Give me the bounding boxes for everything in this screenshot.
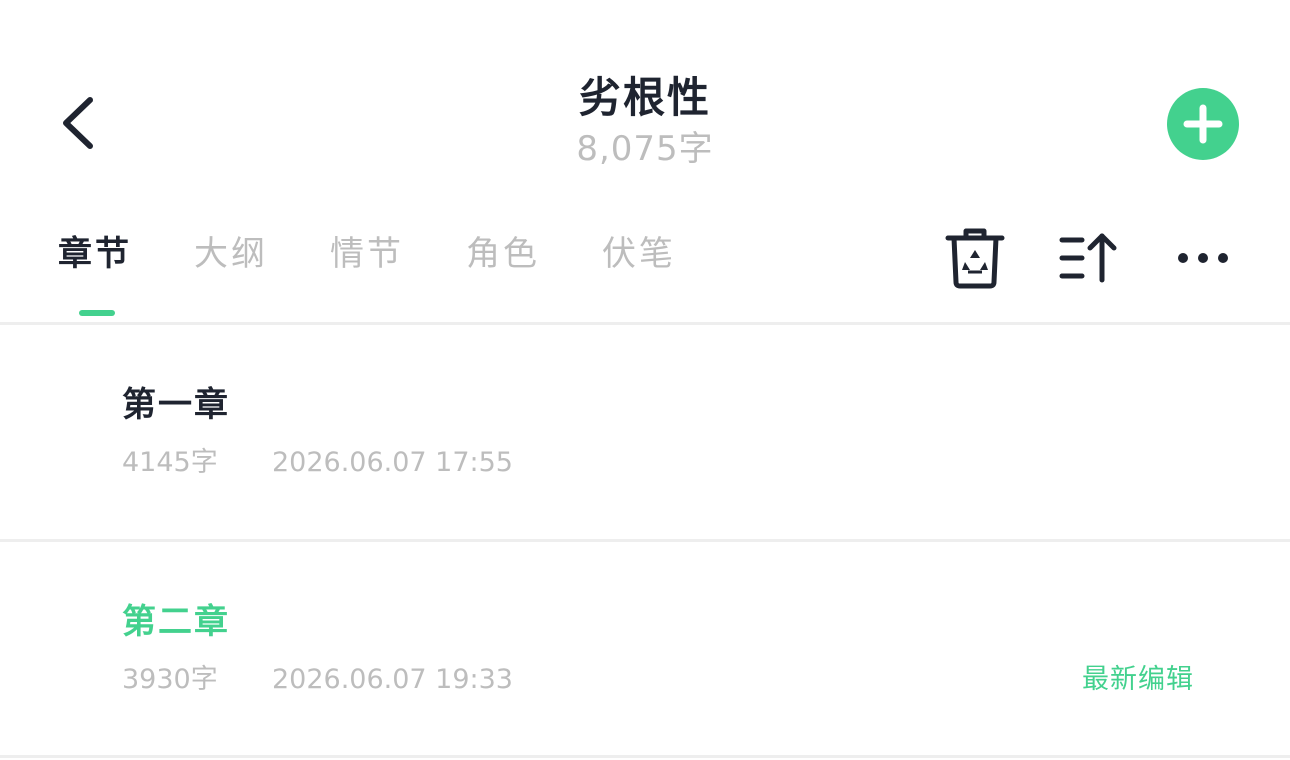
chapter-list-screen: 劣根性 8,075字 章节 大纲 情节 角色 伏笔 第一章 4145字 2026… bbox=[0, 0, 1290, 760]
chapter-row[interactable]: 第二章 3930字 2026.06.07 19:33 最新编辑 bbox=[0, 542, 1290, 756]
chapter-title: 第一章 bbox=[122, 385, 230, 425]
chapter-meta: 4145字 2026.06.07 17:55 bbox=[122, 445, 513, 481]
tab-bar: 章节 大纲 情节 角色 伏笔 bbox=[58, 226, 738, 326]
row-divider bbox=[0, 755, 1290, 758]
add-chapter-button[interactable] bbox=[1167, 88, 1239, 160]
tab-plot[interactable]: 情节 bbox=[330, 226, 404, 326]
chapter-timestamp: 2026.06.07 19:33 bbox=[272, 664, 513, 695]
recycle-bin-icon bbox=[945, 228, 1005, 289]
chapter-word-count: 4145字 bbox=[122, 447, 218, 478]
chapter-timestamp: 2026.06.07 17:55 bbox=[272, 447, 513, 478]
tab-label: 大纲 bbox=[194, 234, 268, 274]
chapter-meta: 3930字 2026.06.07 19:33 bbox=[122, 662, 513, 698]
chapter-row[interactable]: 第一章 4145字 2026.06.07 17:55 bbox=[0, 325, 1290, 539]
plus-icon bbox=[1183, 104, 1223, 144]
latest-edit-badge: 最新编辑 bbox=[1082, 664, 1194, 695]
tab-foreshadowing[interactable]: 伏笔 bbox=[602, 226, 676, 326]
tab-label: 伏笔 bbox=[602, 234, 676, 274]
sort-ascending-icon bbox=[1059, 233, 1117, 283]
total-word-count: 8,075字 bbox=[576, 129, 714, 169]
more-options-icon bbox=[1178, 253, 1228, 263]
tab-chapters[interactable]: 章节 bbox=[58, 226, 132, 326]
chapter-word-count: 3930字 bbox=[122, 664, 218, 695]
recycle-bin-button[interactable] bbox=[944, 226, 1006, 290]
tab-label: 情节 bbox=[330, 234, 404, 274]
active-tab-indicator bbox=[79, 310, 115, 316]
tab-outline[interactable]: 大纲 bbox=[194, 226, 268, 326]
tab-label: 章节 bbox=[58, 234, 132, 274]
tab-label: 角色 bbox=[466, 234, 540, 274]
sort-button[interactable] bbox=[1058, 230, 1122, 286]
title-block: 劣根性 8,075字 bbox=[0, 70, 1290, 172]
book-title: 劣根性 bbox=[578, 73, 711, 122]
tab-characters[interactable]: 角色 bbox=[466, 226, 540, 326]
more-button[interactable] bbox=[1174, 244, 1232, 272]
chapter-title: 第二章 bbox=[122, 602, 230, 642]
